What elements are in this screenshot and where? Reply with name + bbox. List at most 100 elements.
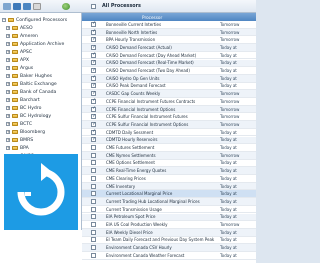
expand-all-icon[interactable] (3, 3, 11, 10)
processor-row[interactable]: CAISO Demand Forecast (Day Ahead Market)… (82, 52, 256, 60)
row-checkbox[interactable] (91, 98, 96, 104)
tree-item[interactable]: + BPA (6, 144, 29, 152)
processor-row[interactable]: CASDC Gap Counts Weekly Tomorrow (82, 90, 256, 98)
tree-item[interactable]: + Application Archive (6, 40, 64, 48)
row-checkbox[interactable] (91, 129, 96, 135)
processor-row[interactable]: CAISO Peak Demand Forecast Today at (82, 83, 256, 91)
expand-icon[interactable]: + (6, 138, 10, 142)
processor-row[interactable]: Environment Canada CSV Hourly Today at (82, 244, 256, 252)
tree-item[interactable]: + APX (6, 56, 29, 64)
row-checkbox[interactable] (91, 160, 96, 166)
row-checkbox[interactable] (91, 152, 96, 158)
row-checkbox[interactable] (91, 237, 96, 243)
row-checkbox[interactable] (91, 145, 96, 151)
row-checkbox[interactable] (91, 45, 96, 50)
processor-row[interactable]: Bonneville Current Interties Tomorrow (82, 21, 256, 29)
processor-row[interactable]: CCPE Sulfur Financial Instrument Options… (82, 121, 256, 129)
row-checkbox[interactable] (91, 68, 96, 74)
tree-root[interactable]: − Configured Processors (2, 16, 67, 24)
expand-icon[interactable]: + (6, 74, 10, 78)
expand-icon[interactable]: + (6, 58, 10, 62)
processor-row[interactable]: EIA Weekly Diesel Price Today at (82, 228, 256, 237)
settings-icon[interactable] (33, 3, 41, 10)
processor-row[interactable]: CAISO Demand Forecast (Actual) Today at (82, 44, 256, 52)
expand-icon[interactable]: + (6, 98, 10, 102)
row-checkbox[interactable] (91, 52, 96, 58)
row-checkbox[interactable] (91, 75, 96, 81)
processor-row[interactable]: CCPE Financial Instrument Options Tomorro… (82, 105, 256, 114)
row-checkbox[interactable] (91, 198, 96, 204)
processor-row[interactable]: CDMTD Hourly Reservoirs Today at (82, 136, 256, 145)
processor-row[interactable]: CME Options Settlement Today at (82, 160, 256, 168)
processor-row[interactable]: CCPE Sulfur Financial Instrument Futures… (82, 113, 256, 122)
row-checkbox[interactable] (91, 252, 96, 258)
expand-icon[interactable]: + (6, 130, 10, 134)
processor-row[interactable]: EIA Petroleum Spot Price Today at (82, 213, 256, 222)
select-all-checkbox[interactable] (91, 3, 96, 9)
expand-icon[interactable]: + (6, 90, 10, 94)
column-header[interactable]: Processor (82, 13, 256, 21)
column-header-processor[interactable]: Processor (142, 15, 162, 20)
processor-row[interactable]: Current Locational Marginal Price Today a… (82, 190, 256, 199)
expand-icon[interactable]: + (6, 82, 10, 86)
expand-icon[interactable]: + (6, 114, 10, 118)
processor-row[interactable]: CME Real-Time Energy Quotes Today at (82, 167, 256, 175)
expand-icon[interactable]: + (6, 34, 10, 38)
row-checkbox[interactable] (91, 21, 96, 27)
filter-icon[interactable] (23, 3, 31, 10)
collapse-icon[interactable]: − (2, 18, 6, 22)
collapse-all-icon[interactable] (13, 3, 21, 10)
tree-item[interactable]: + Bank of Canada (6, 88, 56, 96)
row-checkbox[interactable] (91, 83, 96, 89)
row-checkbox[interactable] (91, 183, 96, 189)
tree-item[interactable]: + Baker Hughes (6, 72, 52, 80)
tree-item[interactable]: + BCTC (6, 120, 32, 128)
run-icon[interactable] (62, 3, 70, 10)
processor-row[interactable]: CDMTD Daily Sessment Today at (82, 129, 256, 137)
tree-item[interactable]: + Bloomberg (6, 128, 45, 136)
processor-row[interactable]: Current Transmission Usage Today at (82, 206, 256, 214)
row-checkbox[interactable] (91, 214, 96, 220)
expand-icon[interactable]: + (6, 106, 10, 110)
processor-row[interactable]: CME Futures Settlement Today at (82, 144, 256, 152)
processor-row[interactable]: BPA Hourly Transmission Tomorrow (82, 36, 256, 45)
row-checkbox[interactable] (91, 245, 96, 251)
processor-row[interactable]: CAISO Demand Forecast (Real-Time Market)… (82, 59, 256, 68)
tree-item[interactable]: + BMRS (6, 136, 33, 144)
tree-item[interactable]: + Ameren (6, 32, 38, 40)
row-checkbox[interactable] (91, 175, 96, 181)
expand-icon[interactable]: + (6, 146, 10, 150)
processor-row[interactable]: CME Clearing Prices Today at (82, 175, 256, 183)
row-checkbox[interactable] (91, 222, 96, 228)
processor-row[interactable]: CME Inventory Today at (82, 182, 256, 191)
tree-item[interactable]: + Baltic Exchange (6, 80, 57, 88)
row-checkbox[interactable] (91, 60, 96, 66)
row-checkbox[interactable] (91, 29, 96, 35)
tree-item[interactable]: + Argus (6, 64, 33, 72)
row-checkbox[interactable] (91, 106, 96, 112)
row-checkbox[interactable] (91, 37, 96, 43)
tree-item[interactable]: + BC Hydro (6, 104, 41, 112)
processor-row[interactable]: CCPE Financial Instrument Futures Contra… (82, 98, 256, 106)
row-checkbox[interactable] (91, 229, 96, 235)
tree-item[interactable]: + APSC (6, 48, 32, 56)
row-checkbox[interactable] (91, 114, 96, 120)
row-checkbox[interactable] (91, 137, 96, 143)
processor-row[interactable]: CAISO Hydro Op Gen Units Today at (82, 74, 256, 83)
expand-icon[interactable]: + (6, 42, 10, 46)
row-checkbox[interactable] (91, 168, 96, 174)
processor-row[interactable]: Current Trading Hub Locational Marginal … (82, 198, 256, 206)
tree-item[interactable]: + AESO (6, 24, 33, 32)
processor-row[interactable]: Environment Canada Weather Forecast Today… (82, 252, 256, 260)
processor-row[interactable]: CAISO Demand Forecast (Two Day Ahead) Tod… (82, 67, 256, 75)
tree-item[interactable]: + BC Hydrology (6, 112, 51, 120)
row-checkbox[interactable] (91, 191, 96, 197)
expand-icon[interactable]: + (6, 50, 10, 54)
row-checkbox[interactable] (91, 122, 96, 127)
expand-icon[interactable]: + (6, 122, 10, 126)
processor-row[interactable]: EIA US Coal Production Weekly Tomorrow (82, 221, 256, 229)
processor-row[interactable]: EI Team Daily Forecast and Previous Day … (82, 237, 256, 245)
row-checkbox[interactable] (91, 206, 96, 212)
tree-item[interactable]: + Barchart (6, 96, 40, 104)
processor-row[interactable]: Bonneville North Interties Tomorrow (82, 28, 256, 37)
